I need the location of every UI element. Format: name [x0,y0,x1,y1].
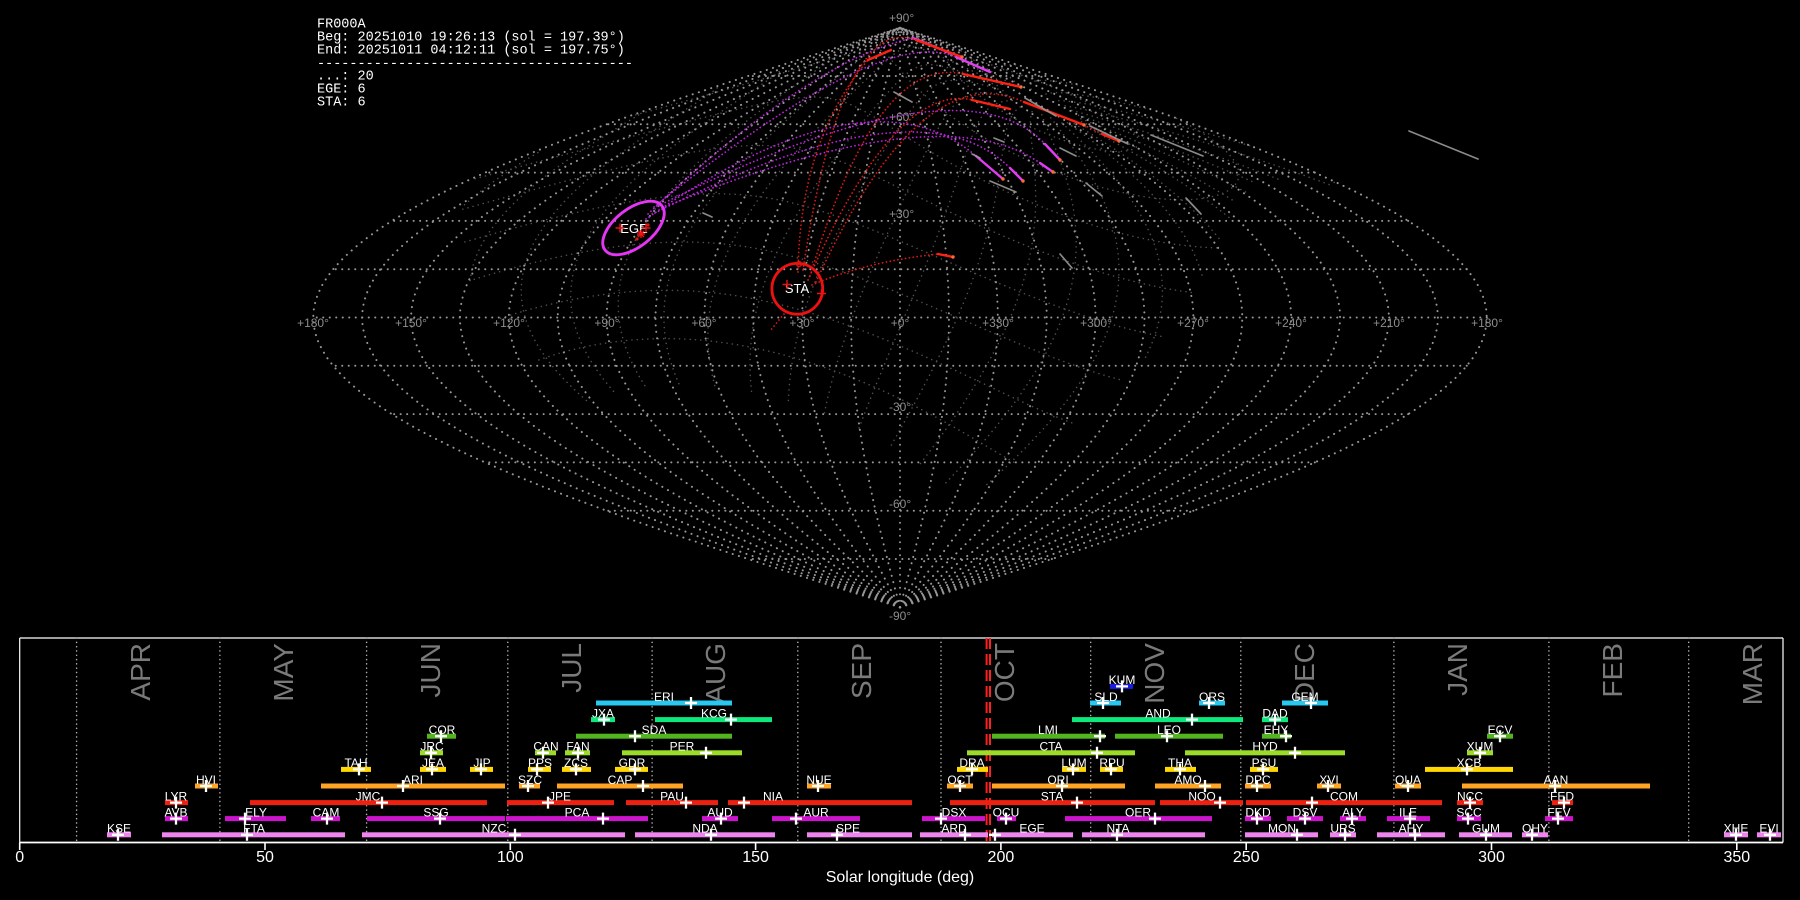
svg-text:150: 150 [742,849,769,866]
svg-text:350: 350 [1723,849,1750,866]
svg-text:ORI: ORI [1047,773,1068,787]
svg-text:ERI: ERI [654,690,674,704]
svg-text:STA: STA [1041,789,1063,803]
svg-text:NOO: NOO [1188,789,1215,803]
svg-text:JPE: JPE [549,789,571,803]
svg-text:50: 50 [256,849,274,866]
svg-text:+330°: +330° [982,316,1014,330]
svg-text:SLD: SLD [1094,690,1118,704]
svg-text:OCT: OCT [989,643,1020,702]
svg-text:+60°: +60° [691,316,716,330]
svg-text:STA: 6: STA: 6 [317,96,366,111]
svg-text:-30°: -30° [889,400,911,414]
svg-text:ORS: ORS [1199,690,1225,704]
svg-text:SSG: SSG [423,805,448,819]
svg-text:+270°: +270° [1177,316,1209,330]
svg-text:Solar longitude (deg): Solar longitude (deg) [826,869,975,886]
svg-text:SZC: SZC [518,773,542,787]
svg-text:+90°: +90° [889,11,914,25]
svg-text:200: 200 [988,849,1015,866]
svg-text:+240°: +240° [1275,316,1307,330]
svg-text:JUL: JUL [556,643,587,693]
svg-text:DKD: DKD [1245,805,1271,819]
svg-text:JUN: JUN [415,643,446,697]
svg-text:PCA: PCA [565,805,590,819]
svg-text:GEM: GEM [1291,690,1318,704]
svg-text:300: 300 [1478,849,1505,866]
svg-text:HYD: HYD [1252,740,1278,754]
svg-text:APR: APR [125,643,156,701]
svg-text:PER: PER [670,740,695,754]
svg-text:COM: COM [1330,789,1358,803]
svg-text:MON: MON [1268,822,1296,836]
svg-text:CAN: CAN [533,740,558,754]
svg-text:ARD: ARD [941,822,967,836]
svg-text:FEB: FEB [1597,643,1628,697]
svg-text:+0°: +0° [891,316,910,330]
svg-text:+90°: +90° [594,316,619,330]
svg-text:+210°: +210° [1373,316,1405,330]
svg-text:XCB: XCB [1457,756,1482,770]
svg-text:DSX: DSX [942,805,967,819]
svg-text:AMO: AMO [1174,773,1201,787]
svg-text:NZC: NZC [482,822,507,836]
svg-text:SPE: SPE [836,822,860,836]
svg-text:-60°: -60° [889,497,911,511]
svg-text:AUR: AUR [803,805,829,819]
svg-text:EGE: EGE [1019,822,1044,836]
svg-text:OHY: OHY [1522,822,1548,836]
svg-text:KCG: KCG [701,706,727,720]
svg-text:AND: AND [1145,706,1171,720]
svg-text:LMI: LMI [1038,723,1058,737]
svg-text:MAR: MAR [1737,643,1768,705]
svg-text:GDR: GDR [619,756,646,770]
svg-text:OER: OER [1125,805,1151,819]
svg-text:STA: STA [785,281,810,296]
svg-text:250: 250 [1233,849,1260,866]
svg-text:+180°: +180° [297,316,329,330]
svg-text:MAY: MAY [268,643,299,702]
svg-text:+30°: +30° [789,316,814,330]
svg-text:JMC: JMC [356,789,381,803]
svg-text:ELY: ELY [245,805,267,819]
svg-text:LEO: LEO [1157,723,1181,737]
svg-text:NIA: NIA [763,789,783,803]
svg-text:CAP: CAP [608,773,633,787]
svg-text:TAH: TAH [344,756,367,770]
svg-text:+180°: +180° [1471,316,1503,330]
svg-text:SEP: SEP [846,643,877,699]
svg-text:+30°: +30° [889,207,914,221]
svg-text:COR: COR [429,723,456,737]
svg-text:JAN: JAN [1442,643,1473,696]
svg-text:+150°: +150° [395,316,427,330]
svg-text:DPC: DPC [1245,773,1271,787]
svg-text:PAU: PAU [660,789,684,803]
svg-text:ILE: ILE [1399,805,1417,819]
svg-text:SDA: SDA [642,723,667,737]
svg-text:+120°: +120° [493,316,525,330]
svg-text:0: 0 [15,849,24,866]
svg-text:PPS: PPS [528,756,552,770]
svg-text:NOV: NOV [1139,643,1170,704]
svg-text:-90°: -90° [889,609,911,623]
svg-text:AUG: AUG [700,643,731,704]
svg-text:CTA: CTA [1039,740,1062,754]
svg-text:100: 100 [497,849,524,866]
svg-text:FED: FED [1550,789,1574,803]
svg-text:+300°: +300° [1080,316,1112,330]
svg-text:ARI: ARI [403,773,423,787]
svg-text:NDA: NDA [692,822,717,836]
